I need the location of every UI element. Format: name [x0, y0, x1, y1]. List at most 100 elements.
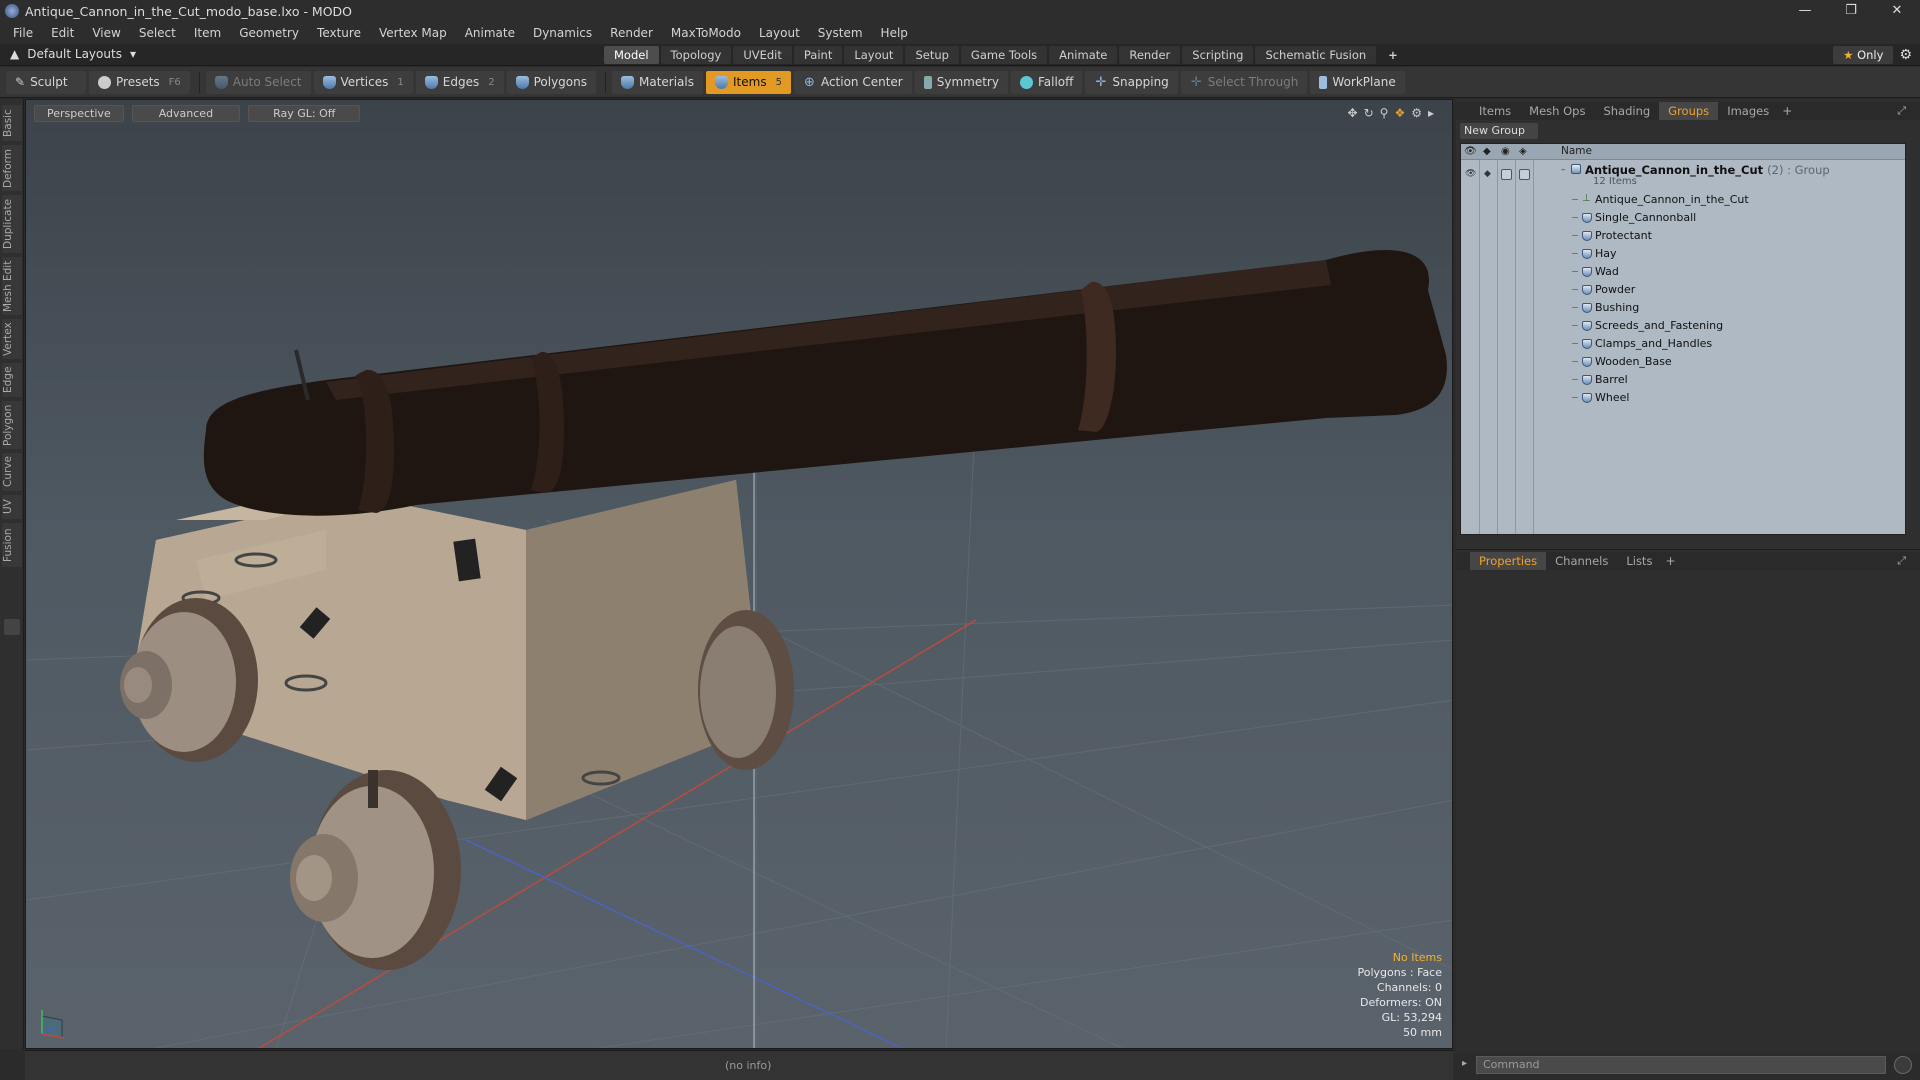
items-button[interactable]: Items 5 — [706, 70, 791, 94]
group-lock-icon[interactable]: ◆ — [1484, 169, 1491, 179]
tab-topology[interactable]: Topology — [660, 46, 732, 64]
group-render-checkbox[interactable] — [1501, 169, 1512, 180]
viewport-expand-icon[interactable]: ▸ — [1428, 106, 1434, 120]
left-tab-uv[interactable]: UV — [2, 495, 22, 519]
zoom-view-icon[interactable]: ⚲ — [1380, 106, 1389, 120]
tab-uvedit[interactable]: UVEdit — [733, 46, 792, 64]
left-tab-mesh-edit[interactable]: Mesh Edit — [2, 257, 22, 315]
menu-maxtomodo[interactable]: MaxToModo — [662, 26, 750, 40]
tab-items[interactable]: Items — [1470, 102, 1520, 120]
tab-groups[interactable]: Groups — [1659, 102, 1719, 120]
view-mode-button[interactable]: Perspective — [34, 105, 124, 122]
fit-view-icon[interactable]: ❖ — [1394, 106, 1405, 120]
menu-edit[interactable]: Edit — [42, 26, 83, 40]
select-column-icon[interactable]: ◈ — [1519, 146, 1531, 158]
group-item-row[interactable]: Screeds_and_Fastening — [1461, 317, 1905, 335]
left-tab-polygon[interactable]: Polygon — [2, 401, 22, 449]
add-tab-plus-icon[interactable]: + — [1782, 104, 1792, 118]
menu-file[interactable]: File — [4, 26, 42, 40]
group-item-row[interactable]: Protectant — [1461, 227, 1905, 245]
left-tab-curve[interactable]: Curve — [2, 453, 22, 491]
group-item-row[interactable]: ⊥ Antique_Cannon_in_the_Cut — [1461, 191, 1905, 209]
snapping-button[interactable]: ✛ Snapping — [1085, 70, 1178, 94]
group-select-checkbox[interactable] — [1519, 169, 1530, 180]
tab-mesh-ops[interactable]: Mesh Ops — [1520, 102, 1594, 120]
tab-paint[interactable]: Paint — [793, 46, 843, 64]
falloff-button[interactable]: Falloff — [1010, 70, 1083, 94]
menu-item[interactable]: Item — [185, 26, 230, 40]
left-tab-deform[interactable]: Deform — [2, 145, 22, 191]
menu-view[interactable]: View — [83, 26, 129, 40]
new-group-button[interactable]: New Group — [1460, 123, 1538, 139]
group-visibility-icon[interactable]: 👁 — [1465, 169, 1476, 179]
menu-texture[interactable]: Texture — [308, 26, 370, 40]
visibility-column-icon[interactable]: 👁 — [1464, 146, 1477, 158]
lock-column-icon[interactable]: ◆ — [1483, 146, 1495, 158]
group-row[interactable]: 👁 ◆ – Antique_Cannon_in_the_Cut (2) : Gr… — [1461, 161, 1905, 191]
tab-model[interactable]: Model — [604, 46, 659, 64]
menu-vertex-map[interactable]: Vertex Map — [370, 26, 456, 40]
group-item-row[interactable]: Clamps_and_Handles — [1461, 335, 1905, 353]
layout-selector[interactable]: ▲ Default Layouts ▾ — [10, 47, 136, 61]
command-input[interactable]: Command — [1476, 1056, 1886, 1074]
tab-properties[interactable]: Properties — [1470, 552, 1547, 570]
vertices-button[interactable]: Vertices 1 — [313, 70, 413, 94]
rotate-view-icon[interactable]: ↻ — [1364, 106, 1374, 120]
group-item-row[interactable]: Powder — [1461, 281, 1905, 299]
menu-select[interactable]: Select — [130, 26, 185, 40]
tab-scripting[interactable]: Scripting — [1182, 46, 1254, 64]
sculpt-button[interactable]: ✎ Sculpt — [6, 70, 86, 94]
panel-expand-icon[interactable]: ⤢ — [1897, 104, 1906, 118]
polygons-button[interactable]: Polygons — [506, 70, 596, 94]
menu-dynamics[interactable]: Dynamics — [524, 26, 601, 40]
group-item-row[interactable]: Wooden_Base — [1461, 353, 1905, 371]
tab-schematic-fusion[interactable]: Schematic Fusion — [1255, 46, 1377, 64]
add-tab-plus-icon[interactable]: + — [1665, 554, 1675, 568]
add-tab-plus-icon[interactable]: + — [1378, 46, 1408, 64]
left-panel-toggle[interactable] — [4, 619, 20, 635]
panel-expand-icon[interactable]: ⤢ — [1897, 554, 1906, 568]
minimize-icon[interactable]: — — [1782, 0, 1828, 22]
left-tab-basic[interactable]: Basic — [2, 105, 22, 141]
menu-animate[interactable]: Animate — [456, 26, 524, 40]
menu-render[interactable]: Render — [601, 26, 662, 40]
tab-layout[interactable]: Layout — [844, 46, 904, 64]
tab-channels[interactable]: Channels — [1546, 552, 1617, 570]
tab-animate[interactable]: Animate — [1049, 46, 1118, 64]
3d-viewport[interactable]: Perspective Advanced Ray GL: Off ✥ ↻ ⚲ ❖… — [25, 99, 1453, 1049]
group-item-row[interactable]: Wheel — [1461, 389, 1905, 407]
raygl-button[interactable]: Ray GL: Off — [248, 105, 361, 122]
left-tab-fusion[interactable]: Fusion — [2, 523, 22, 567]
action-center-button[interactable]: ⊕ Action Center — [793, 70, 912, 94]
tab-images[interactable]: Images — [1718, 102, 1778, 120]
select-through-button[interactable]: ✛ Select Through — [1180, 70, 1308, 94]
group-item-row[interactable]: Barrel — [1461, 371, 1905, 389]
restore-icon[interactable]: ❐ — [1828, 0, 1874, 22]
tab-render[interactable]: Render — [1119, 46, 1181, 64]
shading-mode-button[interactable]: Advanced — [131, 105, 241, 122]
group-item-row[interactable]: Bushing — [1461, 299, 1905, 317]
group-item-row[interactable]: Single_Cannonball — [1461, 209, 1905, 227]
left-tab-edge[interactable]: Edge — [2, 363, 22, 397]
left-tab-vertex[interactable]: Vertex — [2, 319, 22, 359]
menu-geometry[interactable]: Geometry — [230, 26, 308, 40]
tab-game-tools[interactable]: Game Tools — [960, 46, 1048, 64]
menu-help[interactable]: Help — [872, 26, 917, 40]
workplane-button[interactable]: WorkPlane — [1310, 70, 1405, 94]
group-item-row[interactable]: Hay — [1461, 245, 1905, 263]
materials-button[interactable]: Materials — [611, 70, 703, 94]
move-view-icon[interactable]: ✥ — [1348, 106, 1358, 120]
symmetry-button[interactable]: Symmetry — [914, 70, 1008, 94]
left-tab-duplicate[interactable]: Duplicate — [2, 195, 22, 253]
auto-select-button[interactable]: Auto Select — [205, 70, 311, 94]
edges-button[interactable]: Edges 2 — [415, 70, 504, 94]
name-column-header[interactable]: Name — [1561, 145, 1592, 157]
menu-layout[interactable]: Layout — [750, 26, 809, 40]
render-column-icon[interactable]: ◉ — [1501, 146, 1513, 158]
presets-button[interactable]: Presets F6 — [89, 70, 190, 94]
tab-shading[interactable]: Shading — [1594, 102, 1659, 120]
group-collapse-icon[interactable]: – — [1561, 165, 1566, 175]
gear-icon[interactable]: ⚙ — [1899, 47, 1912, 63]
close-icon[interactable]: ✕ — [1874, 0, 1920, 22]
viewport-gear-icon[interactable]: ⚙ — [1411, 106, 1422, 120]
